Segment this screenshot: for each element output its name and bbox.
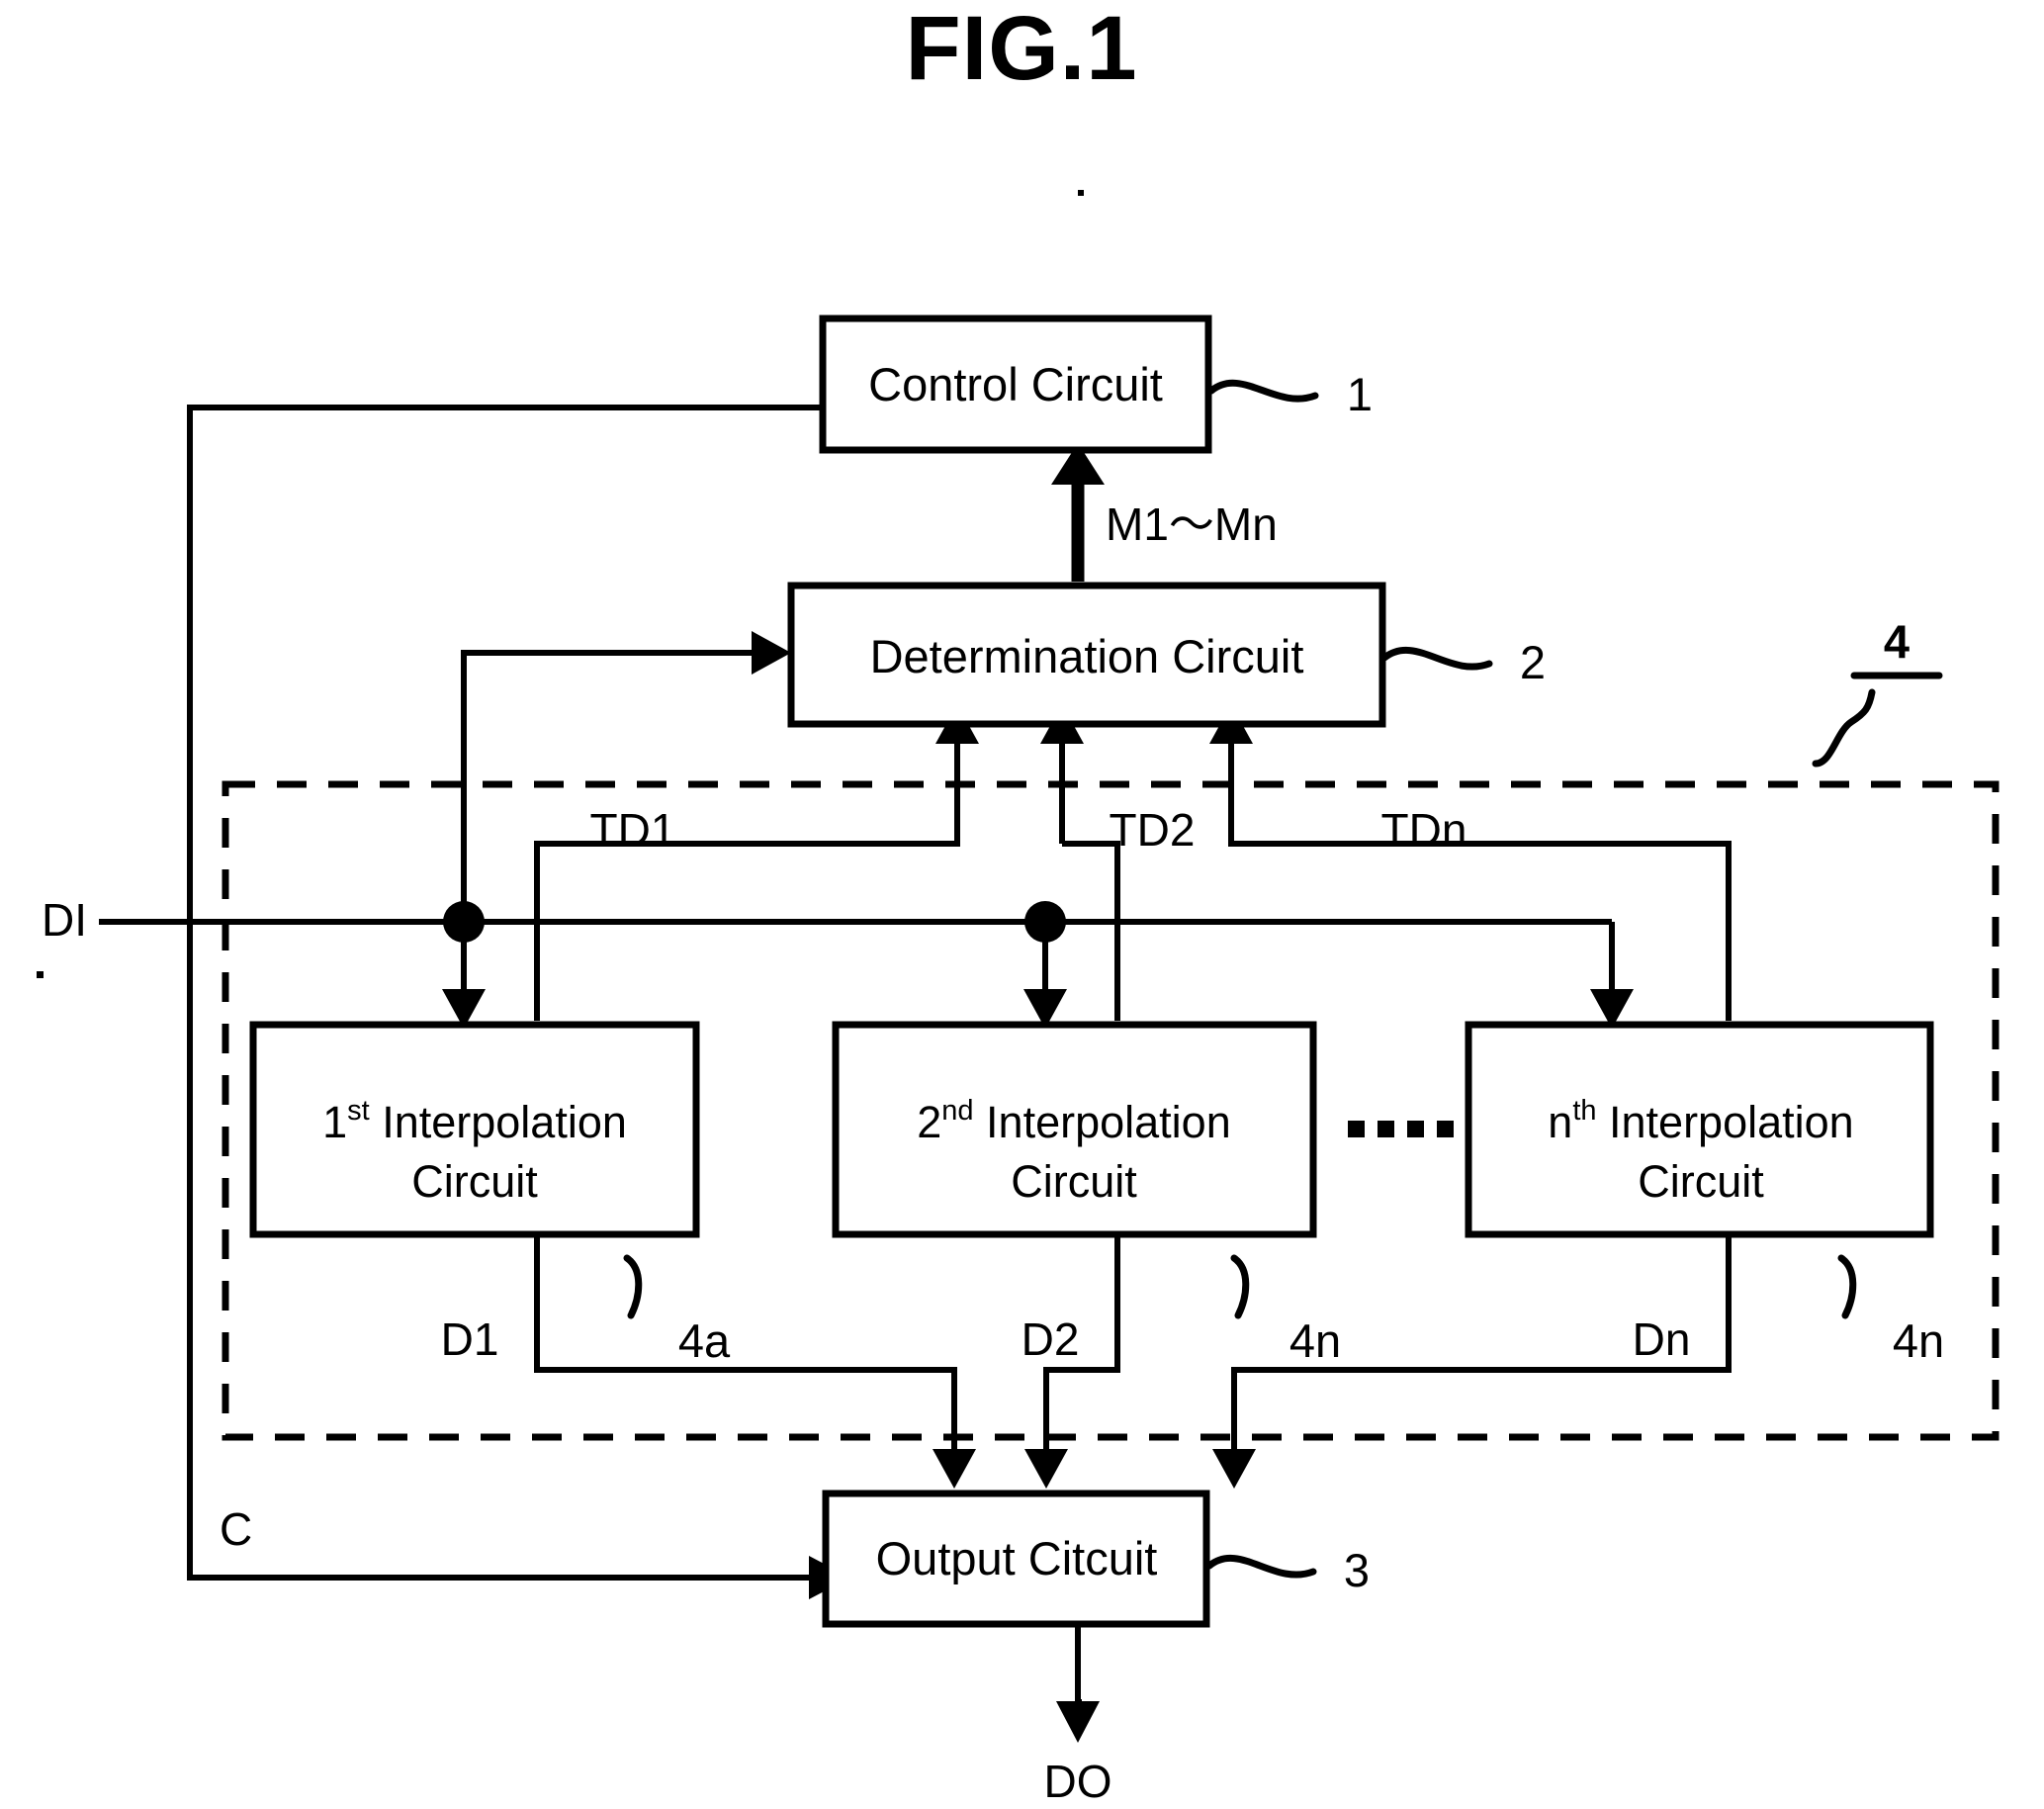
wire-td2-stub [1062,841,1120,1021]
wire-td1 [534,734,960,1021]
signal-label-data-in: DI [42,894,87,946]
control-ref-number: 1 [1347,368,1373,420]
output-ref-leader [1205,1555,1317,1579]
print-speck [1078,190,1084,196]
figure-title: FIG.1 [905,0,1137,99]
interpolation-1-ref-number: 4a [678,1314,731,1367]
ellipsis-dot [1437,1121,1454,1137]
arrowhead-data-out [1056,1701,1100,1743]
interpolation-1-ordinal: 1 [322,1097,347,1147]
block-determination-circuit[interactable]: Determination Circuit [787,582,1386,728]
interpolation-n-ref-leader [1837,1254,1857,1319]
block-interpolation-n[interactable]: nth Interpolation Circuit [1465,1021,1934,1238]
interpolation-1-name: Interpolation [370,1097,627,1147]
block-interpolation-1[interactable]: 1st Interpolation Circuit [249,1021,700,1238]
output-circuit-label: Output Citcuit [876,1532,1158,1584]
print-speck [37,971,44,978]
output-ref-number: 3 [1344,1544,1370,1596]
signal-label-dn: Dn [1633,1313,1691,1365]
interpolation-2-label-line2: Circuit [1011,1156,1137,1207]
group-ref-number: 4 [1884,615,1910,668]
interpolation-1-ordinal-suffix: st [347,1095,370,1127]
interpolation-2-ordinal-suffix: nd [941,1095,973,1127]
arrowhead-dn-to-output [1212,1449,1256,1489]
wire-d1-to-output [534,1236,957,1479]
signal-label-tdn: TDn [1381,804,1467,856]
interpolation-n-ordinal: n [1548,1097,1572,1147]
interpolation-n-label-line2: Circuit [1638,1156,1764,1207]
determination-ref-leader [1380,647,1493,671]
ellipsis-dot [1348,1121,1365,1137]
signal-label-control: C [220,1503,252,1555]
signal-label-d2: D2 [1022,1313,1080,1365]
control-circuit-label: Control Circuit [868,358,1163,410]
signal-label-d1: D1 [441,1313,499,1365]
arrowhead-d1-to-output [933,1449,976,1489]
signal-label-mode-bus: M1〜Mn [1106,498,1278,550]
interpolation-n-name: Interpolation [1597,1097,1854,1147]
junction-dot-di-2 [1024,901,1066,943]
ellipsis-dots [1348,1121,1454,1137]
interpolation-2-ref-number: 4n [1289,1314,1341,1367]
block-diagram-canvas: FIG.1 4 Control Circuit 1 Determination … [37,0,2000,1807]
block-output-circuit[interactable]: Output Citcuit [822,1490,1210,1628]
interpolation-1-label-line2: Circuit [411,1156,538,1207]
determination-circuit-label: Determination Circuit [870,630,1304,682]
interpolation-2-ref-leader [1230,1254,1250,1319]
arrowhead-di-to-determination [752,631,791,675]
signal-label-td2: TD2 [1110,804,1196,856]
interpolation-n-ordinal-suffix: th [1572,1095,1596,1127]
block-control-circuit[interactable]: Control Circuit [819,315,1212,454]
interpolation-2-name: Interpolation [974,1097,1231,1147]
ellipsis-dot [1407,1121,1424,1137]
signal-label-data-out: DO [1044,1756,1112,1807]
determination-ref-number: 2 [1520,636,1546,688]
signal-label-td1: TD1 [590,804,676,856]
wire-control-to-output [187,405,823,1581]
arrowhead-d2-to-output [1024,1449,1068,1489]
ellipsis-dot [1377,1121,1394,1137]
block-interpolation-2[interactable]: 2nd Interpolation Circuit [832,1021,1317,1238]
group-ref-leader [1812,688,1876,768]
wire-tdn [1228,734,1732,1021]
interpolation-1-ref-leader [623,1254,643,1319]
control-ref-leader [1207,379,1319,403]
interpolation-2-ordinal: 2 [917,1097,941,1147]
figure-root: FIG.1 4 Control Circuit 1 Determination … [0,0,2044,1809]
interpolation-n-ref-number: 4n [1893,1314,1944,1367]
